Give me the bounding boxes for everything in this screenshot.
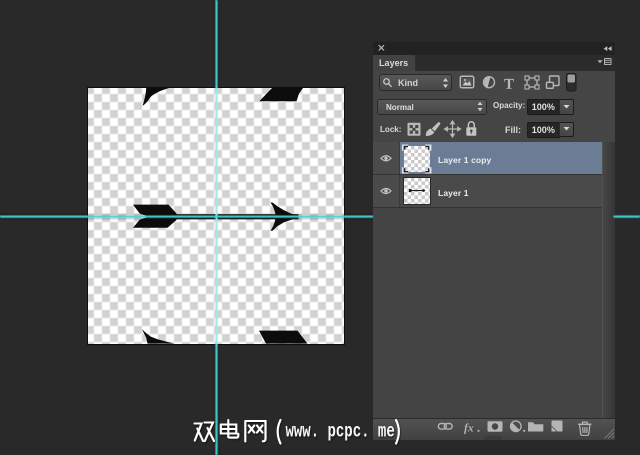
svg-text:fx: fx xyxy=(464,422,474,434)
svg-text:T: T xyxy=(504,77,514,93)
